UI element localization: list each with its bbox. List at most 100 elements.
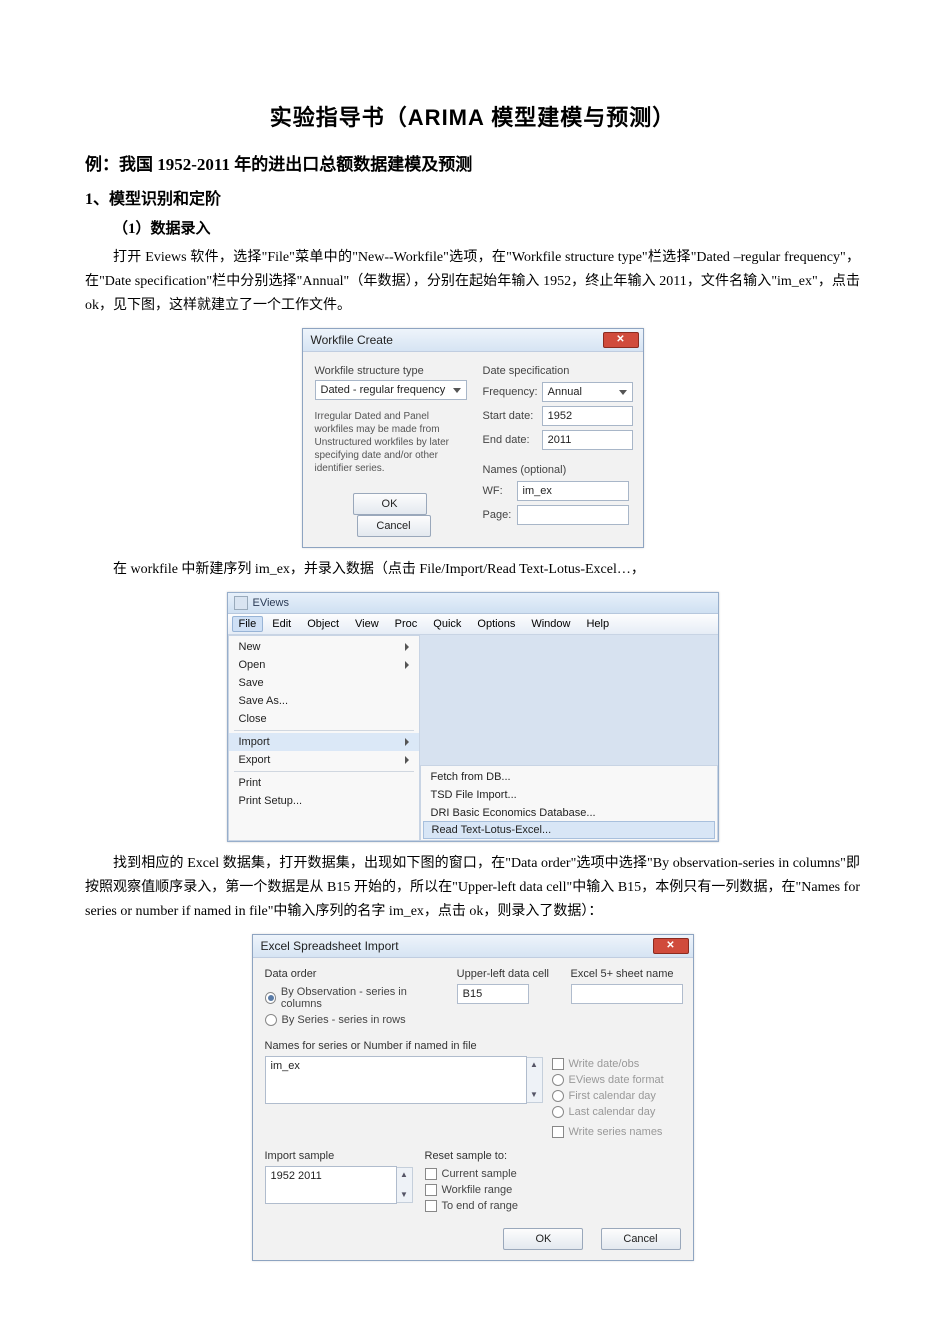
excel-import-dialog: Excel Spreadsheet Import ✕ Data order By…	[252, 934, 694, 1261]
menu-item-new[interactable]: New	[229, 638, 419, 656]
radio-icon	[265, 1014, 277, 1026]
submenu-item-read-text-lotus-excel[interactable]: Read Text-Lotus-Excel...	[423, 821, 715, 839]
paragraph-1: 打开 Eviews 软件，选择"File"菜单中的"New--Workfile"…	[85, 246, 860, 318]
checkbox-icon	[425, 1200, 437, 1212]
workspace-background	[420, 635, 718, 765]
series-names-label: Names for series or Number if named in f…	[265, 1040, 681, 1052]
document-page: 实验指导书（ARIMA 模型建模与预测） 例：我国 1952-2011 年的进出…	[0, 0, 945, 1331]
menu-file[interactable]: File	[232, 616, 264, 632]
end-date-input[interactable]: 2011	[542, 430, 633, 450]
submenu-item-fetch-from-db[interactable]: Fetch from DB...	[421, 768, 717, 786]
menu-edit[interactable]: Edit	[265, 616, 298, 632]
menu-quick[interactable]: Quick	[426, 616, 468, 632]
ok-button[interactable]: OK	[353, 493, 427, 515]
start-date-label: Start date:	[483, 410, 538, 422]
structure-type-select[interactable]: Dated - regular frequency	[315, 380, 467, 400]
dialog-title-bar: Workfile Create ✕	[303, 329, 643, 352]
upper-left-label: Upper-left data cell	[457, 968, 555, 980]
dialog-title: Excel Spreadsheet Import	[261, 939, 399, 953]
submenu-item-dri-basic-economics-database[interactable]: DRI Basic Economics Database...	[421, 804, 717, 822]
names-optional-label: Names (optional)	[483, 464, 633, 476]
submenu-arrow-icon	[405, 738, 409, 746]
check-current-sample[interactable]: Current sample	[425, 1168, 518, 1180]
menu-options[interactable]: Options	[470, 616, 522, 632]
data-order-label: Data order	[265, 968, 441, 980]
paragraph-3: 找到相应的 Excel 数据集，打开数据集，出现如下图的窗口，在"Data or…	[85, 852, 860, 924]
check-end-of-range[interactable]: To end of range	[425, 1200, 518, 1212]
wf-label: WF:	[483, 485, 513, 497]
ok-button[interactable]: OK	[503, 1228, 583, 1250]
subsection-1-1-heading: （1）数据录入	[113, 217, 860, 238]
menu-bar: FileEditObjectViewProcQuickOptionsWindow…	[228, 614, 718, 635]
radio-first-calendar[interactable]: First calendar day	[552, 1090, 664, 1102]
page-title: 实验指导书（ARIMA 模型建模与预测）	[85, 100, 860, 132]
close-icon[interactable]: ✕	[603, 332, 639, 348]
radio-eviews-format[interactable]: EViews date format	[552, 1074, 664, 1086]
radio-by-observation[interactable]: By Observation - series in columns	[265, 986, 441, 1010]
radio-by-series[interactable]: By Series - series in rows	[265, 1014, 441, 1026]
page-label: Page:	[483, 509, 513, 521]
reset-sample-label: Reset sample to:	[425, 1150, 518, 1162]
import-submenu: Fetch from DB...TSD File Import...DRI Ba…	[420, 765, 718, 841]
submenu-arrow-icon	[405, 661, 409, 669]
check-write-dateobs[interactable]: Write date/obs	[552, 1058, 664, 1070]
wf-name-input[interactable]: im_ex	[517, 481, 629, 501]
file-menu: NewOpenSaveSave As...Close ImportExport Pr…	[228, 635, 420, 841]
cancel-button[interactable]: Cancel	[357, 515, 431, 537]
figure-eviews-menu: EViews FileEditObjectViewProcQuickOption…	[85, 592, 860, 842]
menu-item-print[interactable]: Print	[229, 774, 419, 792]
series-names-input[interactable]: im_ex ▲ ▼	[265, 1056, 527, 1104]
structure-type-label: Workfile structure type	[315, 365, 465, 377]
menu-separator	[234, 771, 414, 772]
cancel-button[interactable]: Cancel	[601, 1228, 681, 1250]
down-arrow-icon[interactable]: ▼	[527, 1088, 542, 1102]
menu-object[interactable]: Object	[300, 616, 346, 632]
checkbox-icon	[425, 1168, 437, 1180]
menu-window[interactable]: Window	[524, 616, 577, 632]
scroll-control[interactable]: ▲ ▼	[527, 1057, 543, 1103]
check-write-series-names[interactable]: Write series names	[552, 1126, 664, 1138]
example-heading: 例：我国 1952-2011 年的进出口总额数据建模及预测	[85, 150, 860, 175]
radio-last-calendar[interactable]: Last calendar day	[552, 1106, 664, 1118]
submenu-arrow-icon	[405, 756, 409, 764]
menu-separator	[234, 730, 414, 731]
import-sample-label: Import sample	[265, 1150, 405, 1162]
radio-icon	[552, 1090, 564, 1102]
figure-workfile-create: Workfile Create ✕ Workfile structure typ…	[85, 328, 860, 548]
import-sample-input[interactable]: 1952 2011 ▲ ▼	[265, 1166, 397, 1204]
sheet-name-input[interactable]	[571, 984, 683, 1004]
start-date-input[interactable]: 1952	[542, 406, 633, 426]
frequency-select[interactable]: Annual	[542, 382, 633, 402]
page-name-input[interactable]	[517, 505, 629, 525]
paragraph-2: 在 workfile 中新建序列 im_ex，并录入数据（点击 File/Imp…	[85, 558, 860, 582]
menu-item-save[interactable]: Save	[229, 674, 419, 692]
down-arrow-icon[interactable]: ▼	[397, 1188, 412, 1202]
menu-item-close[interactable]: Close	[229, 710, 419, 728]
radio-icon	[552, 1106, 564, 1118]
workfile-create-dialog: Workfile Create ✕ Workfile structure typ…	[302, 328, 644, 548]
sheet-name-label: Excel 5+ sheet name	[571, 968, 681, 980]
close-icon[interactable]: ✕	[653, 938, 689, 954]
checkbox-icon	[425, 1184, 437, 1196]
dialog-title: Workfile Create	[311, 333, 393, 347]
menu-item-print-setup[interactable]: Print Setup...	[229, 792, 419, 810]
menu-help[interactable]: Help	[579, 616, 616, 632]
menu-item-open[interactable]: Open	[229, 656, 419, 674]
scroll-control[interactable]: ▲ ▼	[397, 1167, 413, 1203]
up-arrow-icon[interactable]: ▲	[397, 1168, 412, 1182]
app-icon	[234, 596, 248, 610]
menu-item-export[interactable]: Export	[229, 751, 419, 769]
dialog-title-bar: Excel Spreadsheet Import ✕	[253, 935, 693, 958]
menu-item-import[interactable]: Import	[229, 733, 419, 751]
up-arrow-icon[interactable]: ▲	[527, 1058, 542, 1072]
submenu-item-tsd-file-import[interactable]: TSD File Import...	[421, 786, 717, 804]
checkbox-icon	[552, 1058, 564, 1070]
menu-view[interactable]: View	[348, 616, 386, 632]
menu-proc[interactable]: Proc	[388, 616, 425, 632]
check-workfile-range[interactable]: Workfile range	[425, 1184, 518, 1196]
window-title: EViews	[253, 593, 289, 613]
frequency-label: Frequency:	[483, 386, 538, 398]
upper-left-cell-input[interactable]: B15	[457, 984, 529, 1004]
menu-item-save-as[interactable]: Save As...	[229, 692, 419, 710]
checkbox-icon	[552, 1126, 564, 1138]
